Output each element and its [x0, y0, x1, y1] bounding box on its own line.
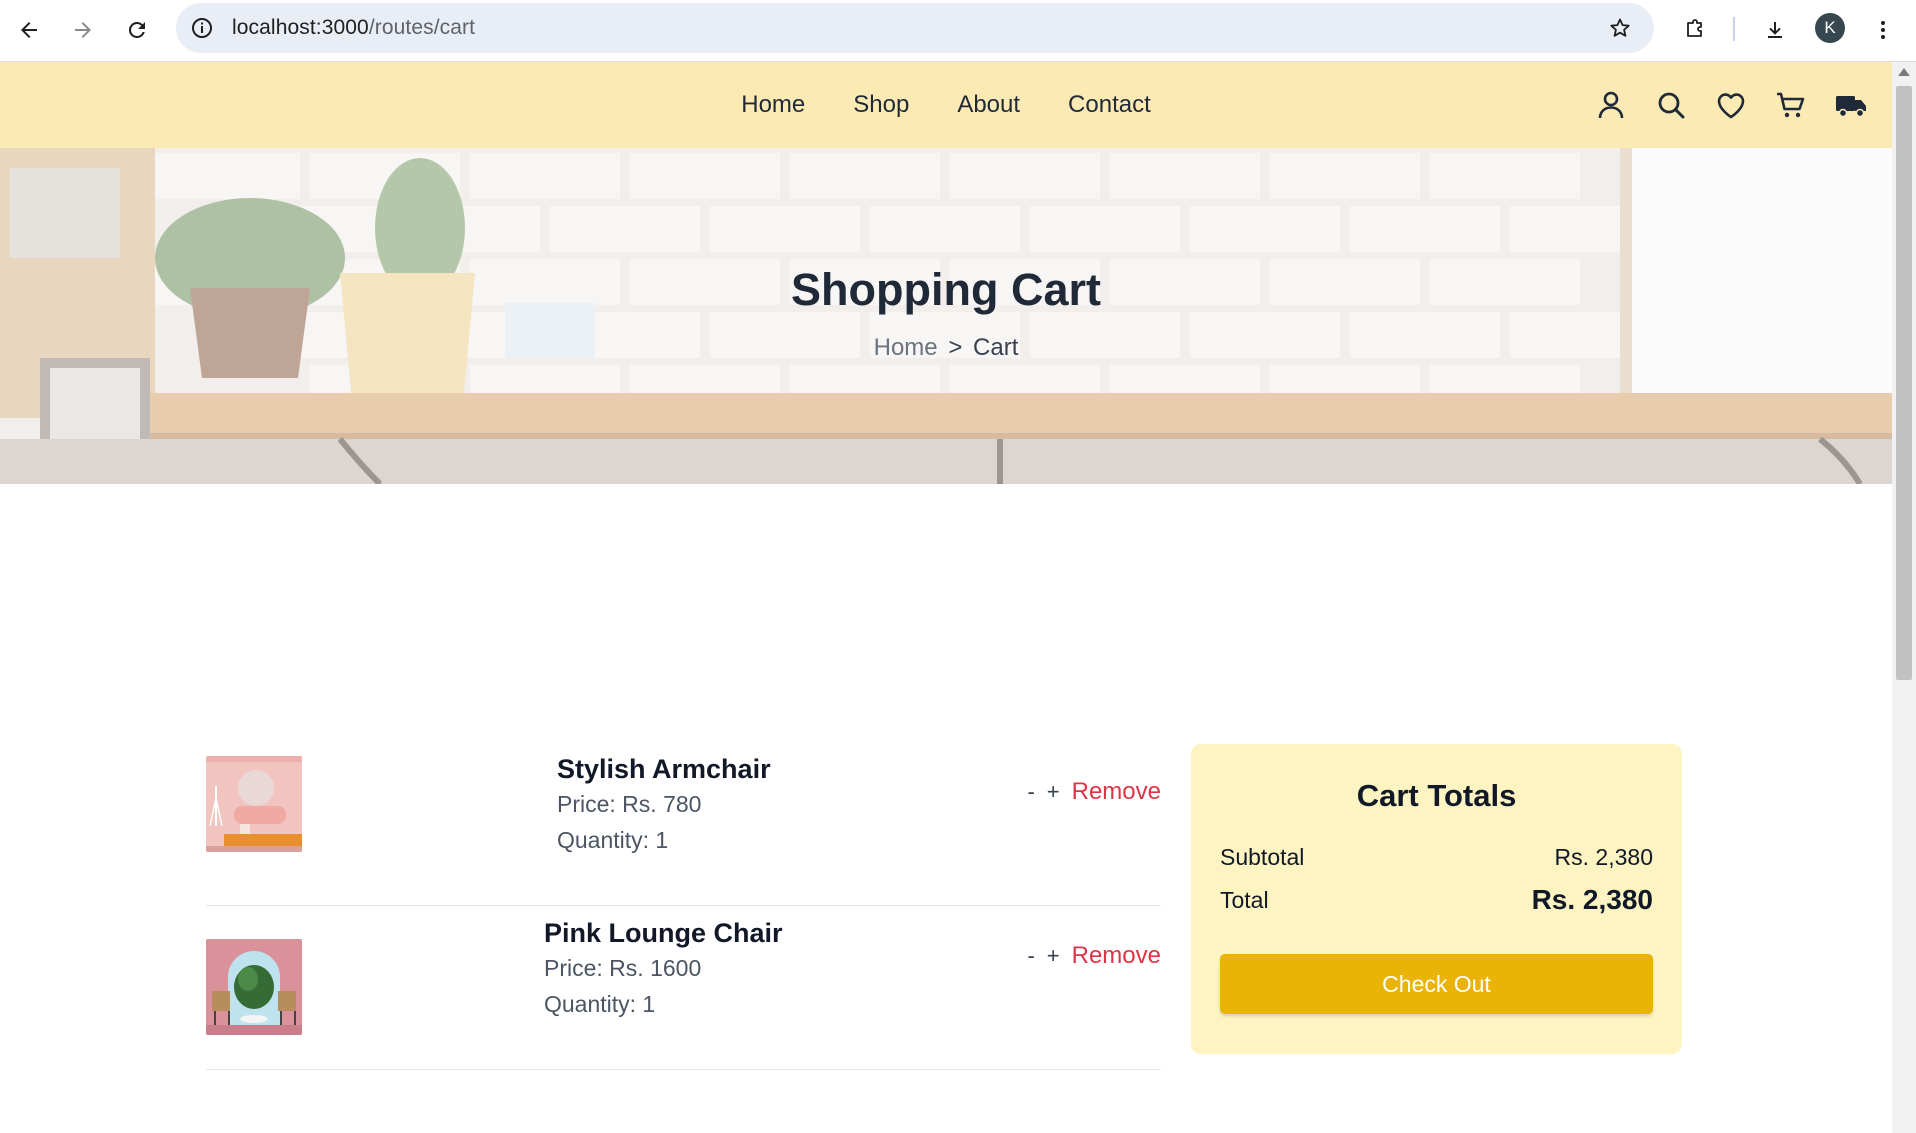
cart-item: Pink Lounge Chair Price: Rs. 1600 Quanti… [206, 906, 1161, 1070]
nav-home-link[interactable]: Home [741, 91, 805, 119]
search-button[interactable] [1652, 86, 1690, 124]
browser-menu-button[interactable] [1866, 13, 1900, 47]
user-icon [1598, 91, 1624, 119]
cart-item-actions: - + Remove [1027, 942, 1161, 970]
hero-overlay [0, 148, 1892, 484]
product-price: Price: Rs. 780 [557, 791, 702, 817]
product-name: Pink Lounge Chair [544, 918, 783, 948]
browser-toolbar: localhost:3000/routes/cart K [0, 0, 1916, 62]
scrollbar-thumb[interactable] [1896, 86, 1912, 680]
scroll-up-arrow-icon[interactable] [1898, 68, 1910, 76]
url-path: /routes/cart [368, 16, 476, 39]
breadcrumb-separator: > [948, 334, 963, 361]
forward-button[interactable] [66, 13, 100, 47]
back-button[interactable] [12, 13, 46, 47]
cart-icon [1777, 92, 1805, 118]
cart-totals-card: Cart Totals Subtotal Rs. 2,380 Total Rs.… [1191, 744, 1682, 1054]
puzzle-piece-icon [1687, 19, 1702, 37]
arrow-left-icon [21, 22, 37, 38]
product-price: Price: Rs. 1600 [544, 955, 702, 981]
heart-icon [1717, 93, 1745, 119]
subtotal-label: Subtotal [1220, 844, 1305, 870]
page-viewport: Home Shop About Contact Shopping Cart Ho… [0, 62, 1892, 1133]
header-icon-group [1592, 86, 1870, 124]
cart-item-actions: - + Remove [1027, 778, 1161, 806]
address-bar[interactable]: localhost:3000/routes/cart [176, 3, 1654, 53]
cart-item-details: Pink Lounge Chair Price: Rs. 1600 Quanti… [544, 916, 783, 1022]
nav-shop-link[interactable]: Shop [853, 91, 909, 119]
nav-contact-link[interactable]: Contact [1068, 91, 1151, 119]
remove-item-button[interactable]: Remove [1072, 778, 1161, 806]
product-thumbnail[interactable] [206, 756, 302, 852]
cart-totals-title: Cart Totals [1356, 778, 1517, 813]
breadcrumb: Home > Cart [0, 334, 1892, 362]
url-host: localhost:3000 [232, 16, 369, 39]
breadcrumb-current: Cart [973, 334, 1019, 361]
download-icon [1768, 22, 1782, 38]
product-name: Stylish Armchair [557, 754, 771, 784]
increase-quantity-button[interactable]: + [1047, 943, 1060, 969]
hero-banner: Shopping Cart Home > Cart [0, 148, 1892, 484]
kebab-menu-icon [1881, 21, 1885, 39]
toolbar-separator [1733, 17, 1735, 41]
profile-initial: K [1824, 18, 1836, 37]
total-row: Total Rs. 2,380 [1220, 884, 1653, 916]
bookmark-star-icon[interactable] [1608, 16, 1632, 40]
reload-icon [128, 21, 145, 38]
increase-quantity-button[interactable]: + [1047, 779, 1060, 805]
subtotal-row: Subtotal Rs. 2,380 [1220, 844, 1653, 871]
product-quantity: Quantity: 1 [544, 991, 656, 1017]
reload-button[interactable] [120, 13, 154, 47]
downloads-button[interactable] [1758, 13, 1792, 47]
delivery-button[interactable] [1832, 86, 1870, 124]
decrease-quantity-button[interactable]: - [1027, 943, 1034, 969]
cart-item-details: Stylish Armchair Price: Rs. 780 Quantity… [557, 752, 771, 858]
site-header: Home Shop About Contact [0, 62, 1892, 148]
subtotal-value: Rs. 2,380 [1554, 844, 1653, 870]
truck-icon [1836, 96, 1866, 118]
page-scrollbar[interactable] [1892, 62, 1916, 1133]
wishlist-button[interactable] [1712, 86, 1750, 124]
armchair-product-image [206, 756, 302, 852]
profile-avatar[interactable]: K [1815, 13, 1845, 43]
info-icon[interactable] [190, 16, 214, 40]
search-icon [1658, 92, 1685, 119]
cart-item-list: Stylish Armchair Price: Rs. 780 Quantity… [206, 742, 1161, 1070]
product-quantity: Quantity: 1 [557, 827, 669, 853]
arrow-right-icon [75, 22, 91, 38]
account-button[interactable] [1592, 86, 1630, 124]
total-value: Rs. 2,380 [1531, 884, 1653, 915]
cart-item: Stylish Armchair Price: Rs. 780 Quantity… [206, 742, 1161, 906]
product-thumbnail[interactable] [206, 939, 302, 1035]
cart-button[interactable] [1772, 86, 1810, 124]
lounge-chair-product-image [206, 939, 302, 1035]
page-title: Shopping Cart [791, 264, 1101, 315]
breadcrumb-home-link[interactable]: Home [874, 334, 938, 361]
extensions-button[interactable] [1678, 13, 1712, 47]
url-text[interactable]: localhost:3000/routes/cart [232, 16, 475, 40]
remove-item-button[interactable]: Remove [1072, 942, 1161, 970]
nav-about-link[interactable]: About [957, 91, 1020, 119]
decrease-quantity-button[interactable]: - [1027, 779, 1034, 805]
checkout-button[interactable]: Check Out [1220, 954, 1653, 1014]
total-label: Total [1220, 886, 1269, 913]
